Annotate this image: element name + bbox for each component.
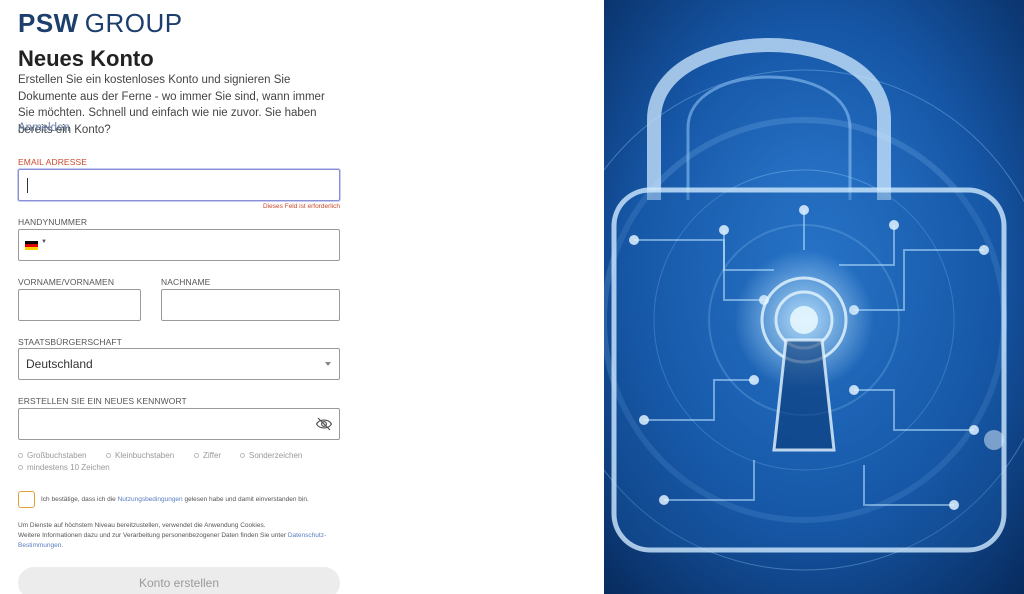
citizenship-select[interactable]: Deutschland xyxy=(18,348,340,380)
eye-slash-icon[interactable] xyxy=(315,416,333,432)
page-title: Neues Konto xyxy=(18,46,154,71)
email-error: Dieses Feld ist erforderlich xyxy=(263,203,340,210)
signup-form: PSW GROUP Neues Konto Erstellen Sie ein … xyxy=(18,0,343,594)
req-lowercase: Kleinbuchstaben xyxy=(106,451,174,460)
germany-flag-icon[interactable] xyxy=(25,241,38,250)
chevron-down-icon xyxy=(325,362,331,366)
terms-link[interactable]: Nutzungsbedingungen xyxy=(118,496,183,503)
terms-checkbox[interactable] xyxy=(18,491,35,508)
phone-label: HANDYNUMMER xyxy=(18,217,88,227)
padlock-circuit-image xyxy=(604,0,1024,594)
citizenship-value: Deutschland xyxy=(26,357,93,371)
password-field[interactable] xyxy=(18,408,340,440)
email-field[interactable] xyxy=(18,169,340,201)
req-uppercase: Großbuchstaben xyxy=(18,451,87,460)
lastname-field[interactable] xyxy=(161,289,340,321)
terms-row: Ich bestätige, dass ich die Nutzungsbedi… xyxy=(18,491,309,508)
req-digit: Ziffer xyxy=(194,451,221,460)
lastname-label: NACHNAME xyxy=(161,277,211,287)
create-account-button[interactable]: Konto erstellen xyxy=(18,567,340,594)
text-caret xyxy=(27,178,28,193)
firstname-label: VORNAME/VORNAMEN xyxy=(18,277,115,287)
terms-text: Ich bestätige, dass ich die Nutzungsbedi… xyxy=(41,496,309,503)
firstname-field[interactable] xyxy=(18,289,141,321)
signup-page: PSW GROUP Neues Konto Erstellen Sie ein … xyxy=(0,0,1024,594)
cookie-notice: Um Dienste auf höchstem Niveau bereitzus… xyxy=(18,522,327,549)
psw-logo: PSW GROUP xyxy=(18,8,183,38)
citizenship-label: STAATSBÜRGERSCHAFT xyxy=(18,337,122,347)
country-dropdown-icon[interactable]: ▼ xyxy=(41,239,47,245)
phone-field[interactable]: ▼ xyxy=(18,229,340,261)
req-length: mindestens 10 Zeichen xyxy=(18,463,110,472)
password-label: ERSTELLEN SIE EIN NEUES KENNWORT xyxy=(18,396,187,406)
signin-link[interactable]: Anmelden xyxy=(18,122,70,134)
req-special: Sonderzeichen xyxy=(240,451,302,460)
hero-graphic xyxy=(604,0,1024,594)
email-label: EMAIL ADRESSE xyxy=(18,157,88,167)
